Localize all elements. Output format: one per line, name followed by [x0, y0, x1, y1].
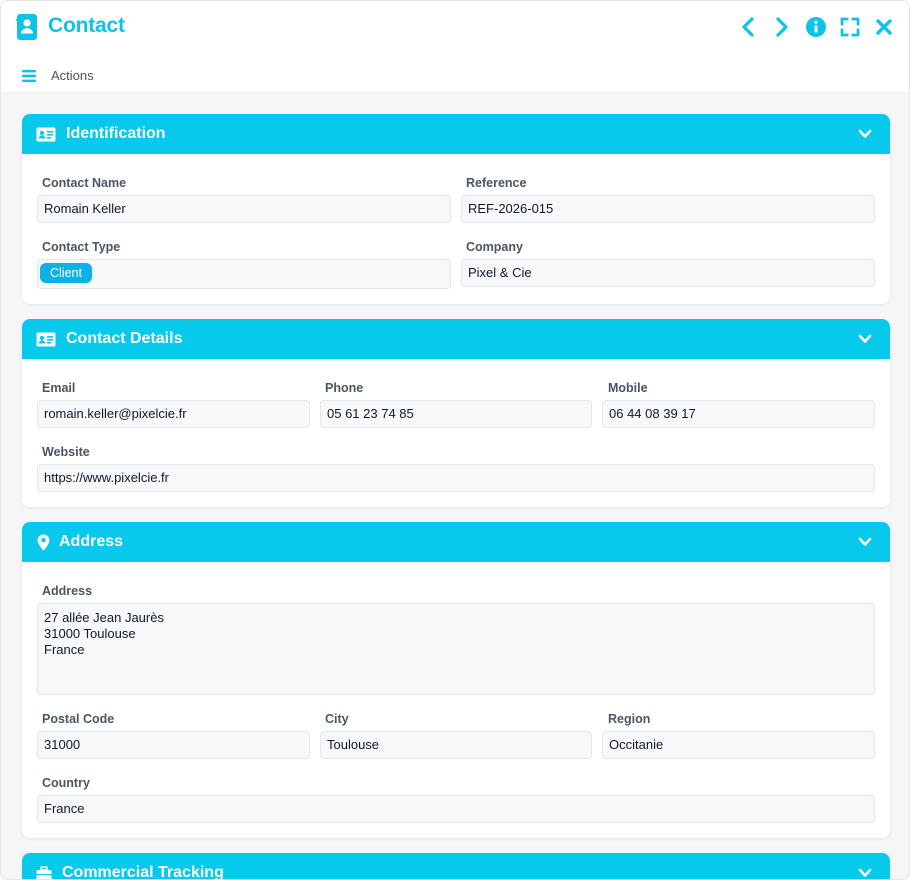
reference-field[interactable]: REF-2026-015: [461, 195, 875, 223]
city-field[interactable]: Toulouse: [320, 731, 592, 759]
postal-code-label: Postal Code: [42, 712, 115, 726]
contact-type-badge: Client: [40, 263, 92, 283]
city-label: City: [325, 712, 349, 726]
postal-code-field[interactable]: 31000: [37, 731, 310, 759]
commercial-tracking-header[interactable]: Commercial Tracking: [22, 853, 890, 880]
phone-label: Phone: [325, 381, 364, 395]
commercial-tracking-title: Commercial Tracking: [62, 864, 224, 880]
chevron-right-icon[interactable]: [771, 15, 793, 39]
contact-name-label: Contact Name: [42, 176, 127, 190]
address-textarea[interactable]: 27 allée Jean Jaurès 31000 Toulouse Fran…: [37, 603, 875, 695]
region-label: Region: [608, 712, 651, 726]
toolbar: Actions: [1, 55, 909, 93]
window-controls: [737, 15, 895, 39]
title-bar: Contact: [1, 1, 909, 55]
info-icon[interactable]: [805, 15, 827, 39]
chevron-down-icon[interactable]: [858, 332, 872, 346]
chevron-down-icon[interactable]: [858, 535, 872, 549]
contact-book-icon: [16, 14, 38, 40]
website-label: Website: [42, 445, 90, 459]
company-label: Company: [466, 240, 523, 254]
mobile-label: Mobile: [608, 381, 648, 395]
address-title: Address: [59, 533, 124, 550]
contact-window: Contact Actions Identification Contact N…: [0, 0, 910, 880]
chevron-down-icon[interactable]: [858, 127, 872, 141]
contact-details-panel: Contact Details Email romain.keller@pixe…: [22, 319, 890, 507]
country-label: Country: [42, 776, 90, 790]
contact-details-header[interactable]: Contact Details: [22, 319, 890, 359]
window-title: Contact: [48, 14, 125, 37]
chevron-left-icon[interactable]: [737, 15, 759, 39]
map-pin-icon: [36, 534, 50, 550]
address-panel: Address Address 27 allée Jean Jaurès 310…: [22, 522, 890, 838]
id-card-icon: [36, 126, 56, 142]
fullscreen-icon[interactable]: [839, 15, 861, 39]
contact-details-title: Contact Details: [66, 330, 183, 347]
menu-icon[interactable]: [22, 69, 36, 82]
reference-label: Reference: [466, 176, 527, 190]
close-icon[interactable]: [873, 15, 895, 39]
company-field[interactable]: Pixel & Cie: [461, 259, 875, 287]
email-label: Email: [42, 381, 76, 395]
chevron-down-icon[interactable]: [858, 866, 872, 879]
phone-field[interactable]: 05 61 23 74 85: [320, 400, 592, 428]
address-label: Address: [42, 584, 93, 598]
website-field[interactable]: https://www.pixelcie.fr: [37, 464, 875, 492]
identification-panel: Identification Contact Name Romain Kelle…: [22, 114, 890, 304]
contact-type-field[interactable]: Client: [37, 259, 451, 289]
identification-title: Identification: [66, 125, 166, 142]
briefcase-icon: [36, 865, 52, 879]
mobile-field[interactable]: 06 44 08 39 17: [602, 400, 875, 428]
contact-type-label: Contact Type: [42, 240, 121, 254]
contact-name-field[interactable]: Romain Keller: [37, 195, 451, 223]
region-field[interactable]: Occitanie: [602, 731, 875, 759]
id-card-icon: [36, 331, 56, 347]
identification-header[interactable]: Identification: [22, 114, 890, 154]
email-field[interactable]: romain.keller@pixelcie.fr: [37, 400, 310, 428]
address-header[interactable]: Address: [22, 522, 890, 562]
commercial-tracking-panel: Commercial Tracking: [22, 853, 890, 880]
actions-menu[interactable]: Actions: [51, 68, 94, 83]
country-field[interactable]: France: [37, 795, 875, 823]
